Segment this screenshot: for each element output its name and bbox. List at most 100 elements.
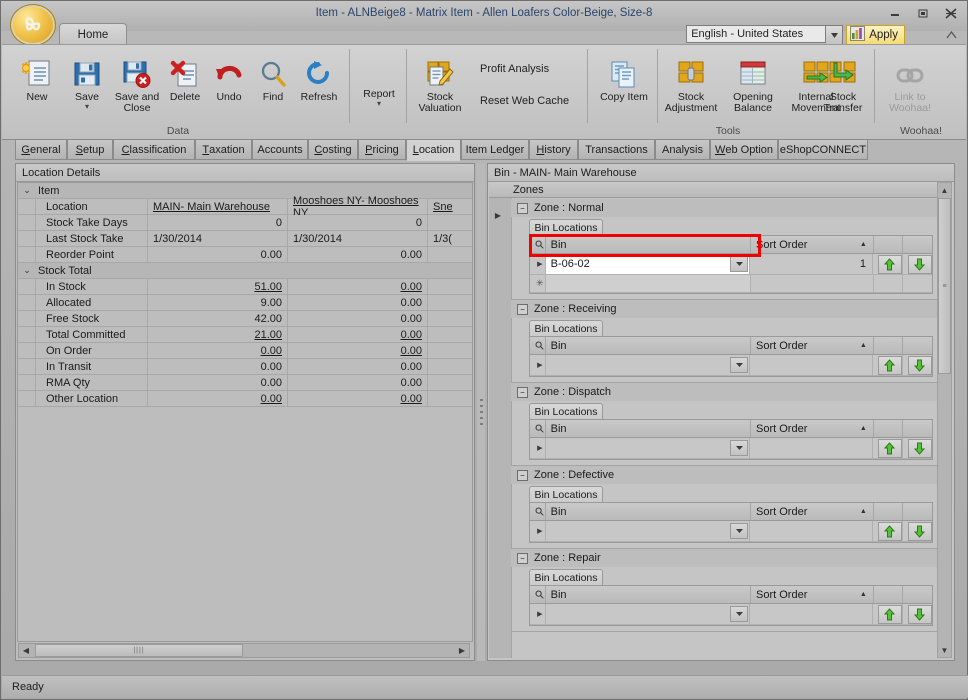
expand-collapse-icon[interactable]: ⌄ [18,183,36,198]
vscroll-thumb[interactable]: ≡ [938,198,951,374]
ribbon-button-new[interactable]: New [10,49,64,121]
grid-cell[interactable]: 0.00 [288,343,428,358]
bin-column-header[interactable]: Bin [546,586,752,603]
page-tab-eshopconnect[interactable]: eShopCONNECT [778,139,868,160]
zone-title-row[interactable]: − Zone : Receiving [511,300,939,318]
grid-cell[interactable] [428,359,472,374]
location-details-grid[interactable]: ⌄ Item Location MAIN- Main Warehouse Mooshoe… [17,182,473,642]
bin-dropdown-icon[interactable] [730,440,749,456]
grid-cell[interactable]: Mooshoes NY- Mooshoes NY [288,195,428,219]
move-down-cell[interactable] [903,438,932,458]
bin-input[interactable] [545,355,750,375]
grid-cell-link[interactable]: 0.00 [401,329,422,341]
chevron-down-icon[interactable]: ▾ [85,103,89,111]
grid-row[interactable]: Stock Take Days 0 0 [18,215,472,231]
hscroll-thumb[interactable]: |||| [35,644,243,657]
grid-column-header-link[interactable]: MAIN- Main Warehouse [153,201,270,213]
sort-order-cell[interactable] [750,355,873,375]
language-combobox[interactable]: English - United States [686,25,844,45]
grid-cell-link[interactable]: 0.00 [401,281,422,293]
scroll-left-icon[interactable]: ◀ [19,644,33,657]
move-down-button[interactable] [907,521,932,541]
page-tab-pricing[interactable]: Pricing [358,139,406,160]
language-selector[interactable]: English - United States Apply [686,25,905,45]
page-tab-general[interactable]: General [15,139,67,160]
bin-column-header[interactable]: Bin [546,503,752,520]
find-icon[interactable] [530,586,546,603]
grid-cell[interactable]: 1/3( [428,231,472,246]
grid-cell[interactable]: 0.00 [148,247,288,262]
restore-icon[interactable] [913,5,933,21]
grid-row[interactable]: Allocated 9.00 0.00 [18,295,472,311]
grid-cell[interactable] [428,311,472,326]
sort-order-column-header[interactable]: Sort Order ▲ [751,337,874,354]
collapse-icon[interactable]: − [517,303,528,315]
grid-cell-link[interactable]: 21.00 [254,329,282,341]
bin-locations-tab[interactable]: Bin Locations [529,569,603,585]
sort-order-column-header[interactable]: Sort Order ▲ [751,503,874,520]
bin-column-header[interactable]: Bin [546,236,752,253]
move-down-cell[interactable] [903,604,932,624]
grid-cell-link[interactable]: 0.00 [261,393,282,405]
grid-cell[interactable]: 1/30/2014 [288,231,428,246]
move-down-cell[interactable] [903,521,932,541]
grid-cell-link[interactable]: 51.00 [254,281,282,293]
grid-row[interactable]: RMA Qty 0.00 0.00 [18,375,472,391]
grid-cell[interactable]: 0 [148,215,288,230]
grid-cell[interactable]: MAIN- Main Warehouse [148,199,288,214]
bin-locations-tab[interactable]: Bin Locations [529,403,603,419]
sort-order-cell[interactable] [750,521,873,541]
page-tab-item-ledger[interactable]: Item Ledger [461,139,529,160]
bin-input[interactable] [545,604,750,624]
bin-new-record-row[interactable]: ✳ [530,275,932,293]
page-tab-web-option[interactable]: Web Option [710,139,778,160]
zone-title-row[interactable]: − Zone : Defective [511,466,939,484]
bin-grid-row[interactable]: ▶ [530,355,932,376]
ribbon-button-stock-adjustment[interactable]: Stock Adjustment [660,49,722,121]
grid-cell[interactable] [428,295,472,310]
page-tab-location[interactable]: Location [406,139,461,161]
ribbon-button-report[interactable]: Report ▾ [354,67,404,127]
grid-cell[interactable]: 0.00 [148,391,288,406]
bin-column-header[interactable]: Bin [546,337,752,354]
collapse-icon[interactable]: − [517,386,528,398]
grid-row[interactable]: Other Location 0.00 0.00 [18,391,472,407]
apply-button[interactable]: Apply [846,25,905,45]
grid-cell[interactable]: 42.00 [148,311,288,326]
ribbon-button-stock-valuation[interactable]: Stock Valuation [410,49,470,121]
page-tab-transactions[interactable]: Transactions [578,139,655,160]
move-down-button[interactable] [907,438,932,458]
bin-column-header[interactable]: Bin [546,420,752,437]
sort-order-cell[interactable] [750,438,873,458]
bin-cell[interactable] [545,438,751,458]
move-up-cell[interactable] [873,521,903,541]
ribbon-button-stock-transfer[interactable]: Stock Transfer [814,49,872,121]
grid-cell[interactable]: 0.00 [288,375,428,390]
zone-title-row[interactable]: − Zone : Normal [511,199,939,217]
grid-cell[interactable]: 0.00 [288,359,428,374]
zones-column-header[interactable]: Zones [489,182,939,198]
grid-cell-link[interactable]: 0.00 [401,393,422,405]
ribbon-button-opening-balance[interactable]: Opening Balance [724,49,782,121]
grid-cell[interactable]: 9.00 [148,295,288,310]
bin-grid-row[interactable]: ▶ [530,521,932,542]
sort-order-cell[interactable] [750,604,873,624]
bin-cell[interactable] [545,521,751,541]
ribbon-button-save-and-close[interactable]: Save and Close [110,49,164,121]
grid-row[interactable]: On Order 0.00 0.00 [18,343,472,359]
grid-cell[interactable]: 51.00 [148,279,288,294]
close-icon[interactable] [941,5,961,21]
grid-cell[interactable]: 1/30/2014 [148,231,288,246]
grid-row[interactable]: Total Committed 21.00 0.00 [18,327,472,343]
grid-cell[interactable]: 0.00 [288,247,428,262]
collapse-icon[interactable]: − [517,552,528,564]
bin-dropdown-icon[interactable] [730,357,749,373]
bin-locations-tab[interactable]: Bin Locations [529,320,603,336]
grid-cell[interactable]: 0.00 [148,375,288,390]
collapse-icon[interactable]: − [517,469,528,481]
ribbon-button-refresh[interactable]: Refresh [292,49,346,121]
grid-cell[interactable]: 0.00 [288,327,428,342]
chevron-down-icon[interactable]: ▾ [377,100,381,108]
move-down-button[interactable] [907,604,932,624]
bin-locations-tab[interactable]: Bin Locations [529,219,603,235]
